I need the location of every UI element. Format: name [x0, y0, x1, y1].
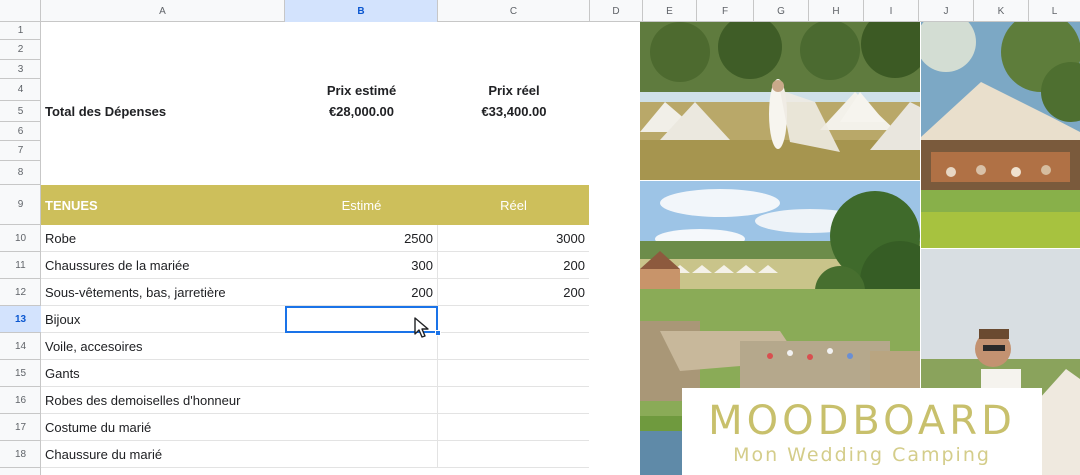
item-actual[interactable]: 200 [438, 279, 589, 306]
row-header-bar: 1 2 3 4 5 6 7 8 9 10 11 12 13 14 15 16 1… [0, 22, 41, 475]
column-header-c[interactable]: C [438, 0, 590, 22]
item-actual[interactable] [438, 306, 589, 333]
row-header-8[interactable]: 8 [0, 161, 41, 185]
column-header-l[interactable]: L [1029, 0, 1080, 22]
moodboard-title-card: MOODBOARD Mon Wedding Camping [682, 388, 1042, 475]
prix-reel-header[interactable]: Prix réel [438, 79, 590, 101]
row-header-12[interactable]: 12 [0, 279, 41, 306]
item-estimated[interactable]: 200 [285, 279, 438, 306]
item-label[interactable]: Chaussure du marié [41, 441, 285, 468]
column-header-k[interactable]: K [974, 0, 1029, 22]
column-header-f[interactable]: F [697, 0, 754, 22]
column-header-d[interactable]: D [590, 0, 643, 22]
row-header-11[interactable]: 11 [0, 252, 41, 279]
column-header-j[interactable]: J [919, 0, 974, 22]
row-header-5[interactable]: 5 [0, 101, 41, 122]
item-label[interactable]: Robe [41, 225, 285, 252]
item-estimated[interactable]: 300 [285, 252, 438, 279]
item-label[interactable]: Sous-vêtements, bas, jarretière [41, 279, 285, 306]
item-estimated[interactable] [285, 387, 438, 414]
moodboard-subtitle: Mon Wedding Camping [733, 443, 991, 466]
sheet-grid: Prix estimé Prix réel Total des Dépenses… [41, 22, 641, 475]
item-actual[interactable]: 3000 [438, 225, 589, 252]
item-estimated[interactable]: 2500 [285, 225, 438, 252]
item-label[interactable]: Costume du marié [41, 414, 285, 441]
mouse-pointer-icon [414, 317, 429, 338]
item-label[interactable]: Bijoux [41, 306, 285, 333]
item-estimated[interactable] [285, 441, 438, 468]
total-estimated-value[interactable]: €28,000.00 [285, 101, 438, 122]
column-header-e[interactable]: E [643, 0, 697, 22]
row-header-1[interactable]: 1 [0, 22, 41, 40]
total-actual-value[interactable]: €33,400.00 [438, 101, 590, 122]
tenues-section-header: TENUES Estimé Réel [41, 185, 589, 225]
select-all-corner[interactable] [0, 0, 41, 22]
column-header-h[interactable]: H [809, 0, 864, 22]
fill-handle[interactable] [435, 330, 441, 336]
column-header-i[interactable]: I [864, 0, 919, 22]
moodboard-title: MOODBOARD [708, 397, 1016, 444]
total-depenses-label[interactable]: Total des Dépenses [41, 101, 285, 122]
row-header-16[interactable]: 16 [0, 387, 41, 414]
row-header-9[interactable]: 9 [0, 185, 41, 225]
item-actual[interactable] [438, 333, 589, 360]
item-actual[interactable] [438, 414, 589, 441]
item-label[interactable]: Gants [41, 360, 285, 387]
reel-column-header[interactable]: Réel [438, 185, 589, 225]
column-header-a[interactable]: A [41, 0, 285, 22]
tenues-title[interactable]: TENUES [41, 185, 285, 225]
item-actual[interactable] [438, 387, 589, 414]
row-header-6[interactable]: 6 [0, 122, 41, 141]
row-header-4[interactable]: 4 [0, 79, 41, 101]
row-header-10[interactable]: 10 [0, 225, 41, 252]
item-label[interactable]: Chaussures de la mariée [41, 252, 285, 279]
item-actual[interactable] [438, 441, 589, 468]
item-estimated[interactable] [285, 414, 438, 441]
row-header-14[interactable]: 14 [0, 333, 41, 360]
prix-estime-header[interactable]: Prix estimé [285, 79, 438, 101]
row-header-17[interactable]: 17 [0, 414, 41, 441]
row-header-13[interactable]: 13 [0, 306, 41, 333]
item-estimated[interactable] [285, 360, 438, 387]
column-header-bar: A B C D E F G H I J K L [0, 0, 1080, 22]
row-header-18[interactable]: 18 [0, 441, 41, 468]
reception-tent-photo [921, 22, 1080, 248]
row-header-7[interactable]: 7 [0, 141, 41, 161]
bride-field-photo [640, 22, 920, 180]
item-label[interactable]: Voile, accesoires [41, 333, 285, 360]
row-header-3[interactable]: 3 [0, 60, 41, 79]
row-header-15[interactable]: 15 [0, 360, 41, 387]
estime-column-header[interactable]: Estimé [285, 185, 438, 225]
item-actual[interactable] [438, 360, 589, 387]
column-header-g[interactable]: G [754, 0, 809, 22]
row-header-2[interactable]: 2 [0, 40, 41, 60]
item-actual[interactable]: 200 [438, 252, 589, 279]
item-label[interactable]: Robes des demoiselles d'honneur [41, 387, 285, 414]
column-header-b[interactable]: B [285, 0, 438, 22]
